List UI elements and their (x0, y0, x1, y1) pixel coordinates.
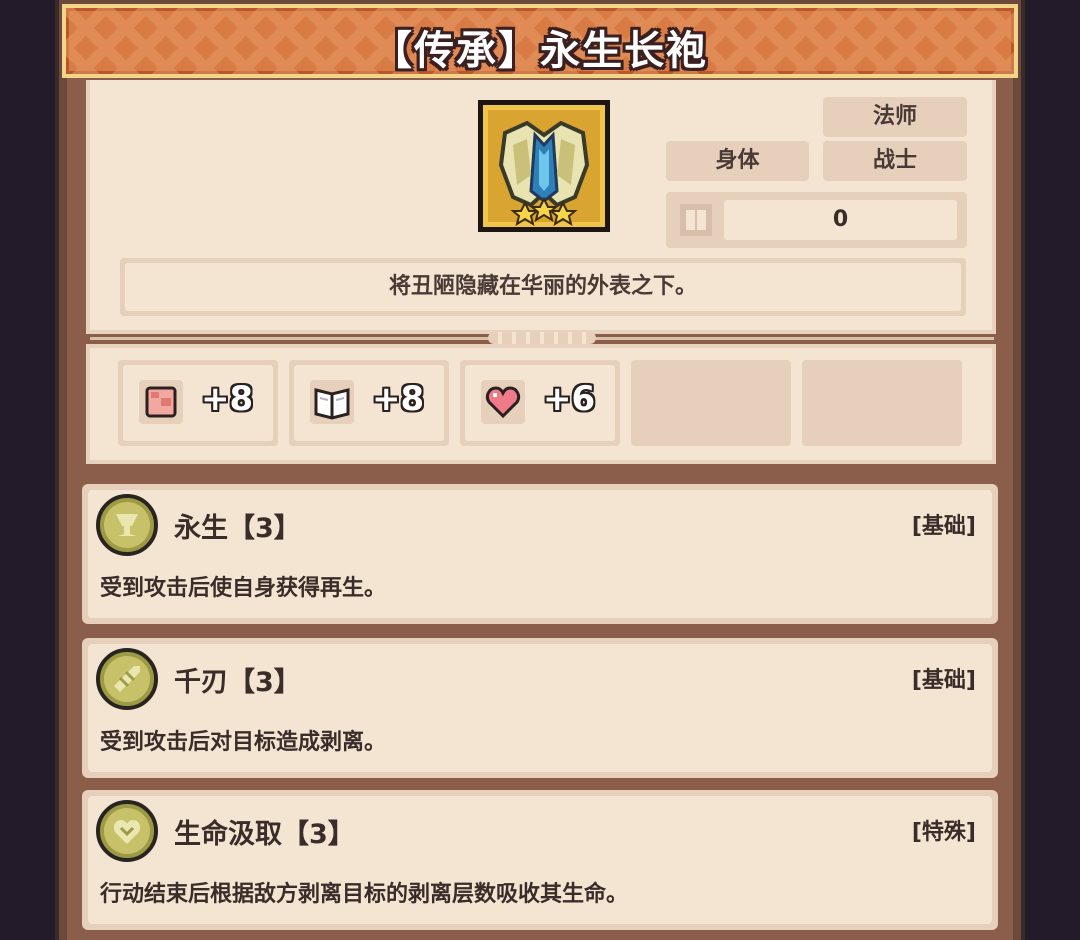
title-banner: 【传承】永生长袍 (62, 4, 1018, 78)
item-description-box: 将丑陋隐藏在华丽的外表之下。 (120, 258, 966, 316)
skill-type: [特殊] (911, 820, 976, 845)
tag-warrior: 战士 (823, 141, 967, 181)
blades-icon (96, 648, 158, 710)
skill-name: 永生【3】 (174, 513, 301, 544)
slot-icon (680, 204, 712, 236)
fist-icon (139, 380, 183, 424)
skill-type: [基础] (911, 514, 976, 539)
divider-ornament (488, 332, 596, 344)
stat-slot-2[interactable]: +8 (289, 360, 449, 446)
skill-card[interactable]: 千刃【3】 [基础] 受到攻击后对目标造成剥离。 (82, 638, 998, 778)
count-box: 0 (666, 192, 967, 248)
stat-slot-empty-2 (802, 360, 962, 446)
skill-card[interactable]: 生命汲取【3】 [特殊] 行动结束后根据敌方剥离目标的剥离层数吸收其生命。 (82, 790, 998, 930)
goblet-icon (96, 494, 158, 556)
stat-value: +8 (372, 379, 425, 419)
skill-name: 生命汲取【3】 (174, 819, 355, 850)
heart-icon (481, 380, 525, 424)
stat-slot-3[interactable]: +6 (460, 360, 620, 446)
book-icon (310, 380, 354, 424)
robe-icon[interactable] (478, 100, 610, 232)
tag-body: 身体 (666, 141, 809, 181)
item-title: 【传承】永生长袍 (372, 28, 708, 74)
skill-description: 受到攻击后使自身获得再生。 (100, 576, 387, 601)
stat-value: +6 (543, 379, 596, 419)
tag-mage: 法师 (823, 97, 967, 137)
stats-panel: +8 +8 +6 (86, 344, 996, 464)
item-description: 将丑陋隐藏在华丽的外表之下。 (125, 263, 961, 311)
skill-card[interactable]: 永生【3】 [基础] 受到攻击后使自身获得再生。 (82, 484, 998, 624)
skill-description: 行动结束后根据敌方剥离目标的剥离层数吸收其生命。 (100, 882, 629, 907)
skill-name: 千刃【3】 (174, 667, 301, 698)
item-info-panel: 法师 身体 战士 0 将丑陋隐藏在华丽的外表之下。 (86, 80, 996, 334)
count-value: 0 (724, 200, 957, 240)
stat-value: +8 (201, 379, 254, 419)
heart-drain-icon (96, 800, 158, 862)
stat-slot-1[interactable]: +8 (118, 360, 278, 446)
stat-slot-empty-1 (631, 360, 791, 446)
skill-description: 受到攻击后对目标造成剥离。 (100, 730, 387, 755)
skill-type: [基础] (911, 668, 976, 693)
divider (90, 332, 994, 344)
